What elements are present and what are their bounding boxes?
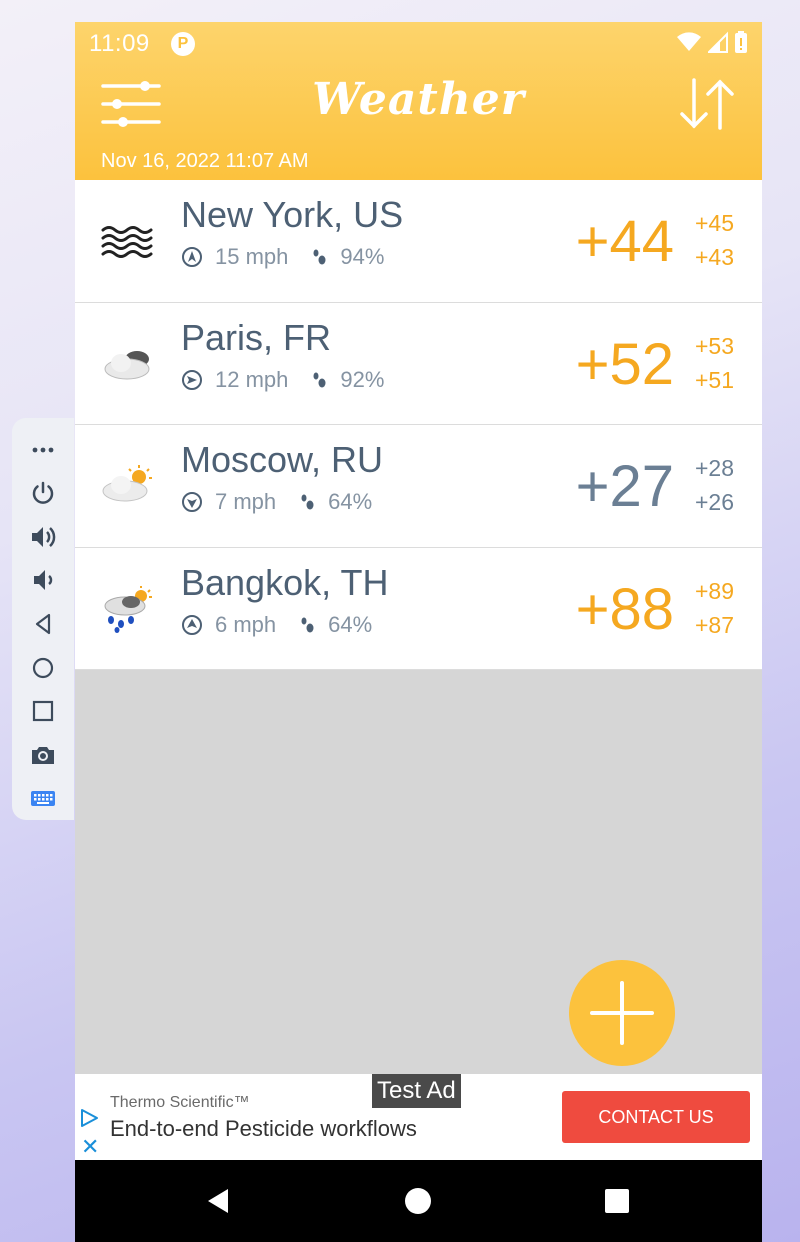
humidity-icon (313, 249, 326, 265)
humidity-icon (301, 494, 314, 510)
add-city-button[interactable] (569, 960, 675, 1066)
more-options-icon[interactable] (23, 428, 63, 472)
city-name: Paris, FR (181, 316, 332, 358)
notification-app-icon: P (171, 32, 195, 56)
high-temp: +89 (694, 577, 734, 604)
back-icon[interactable] (23, 602, 63, 646)
city-row-paris[interactable]: Paris, FR 12 mph 92% +52 +53 +51 (75, 302, 762, 425)
city-row-new-york[interactable]: New York, US 15 mph 94% +44 +45 +43 (75, 180, 762, 303)
city-meta: 15 mph 94% (181, 244, 384, 270)
low-temp: +26 (694, 489, 734, 515)
sort-arrows-icon (680, 78, 734, 130)
wind-direction-icon (182, 614, 202, 635)
last-updated: Nov 16, 2022 11:07 AM (101, 150, 309, 172)
sort-button[interactable] (678, 78, 736, 130)
low-temp: +43 (694, 244, 734, 270)
city-name: New York, US (181, 194, 404, 235)
battery-icon (735, 31, 747, 53)
ad-brand: Thermo Scientific™ (110, 1094, 250, 1111)
current-temp: +44 (575, 209, 674, 274)
low-temp: +87 (694, 611, 734, 638)
humidity-value: 64% (328, 489, 373, 514)
volume-down-icon[interactable] (23, 559, 63, 603)
cloudy-icon (104, 350, 150, 379)
wind-direction-icon (182, 247, 202, 267)
current-temp: +27 (575, 454, 674, 519)
high-temp: +28 (694, 455, 734, 481)
partly-sunny-icon (102, 465, 152, 502)
wind-speed: 12 mph (215, 366, 289, 392)
city-meta: 6 mph 64% (181, 612, 372, 638)
current-temp: +88 (575, 576, 674, 642)
nav-home-icon[interactable] (403, 1186, 433, 1216)
fog-icon (101, 226, 153, 258)
humidity-value: 64% (328, 611, 373, 637)
city-meta: 12 mph 92% (181, 367, 384, 393)
power-icon[interactable] (23, 472, 63, 516)
overview-icon[interactable] (23, 689, 63, 733)
emulator-toolbar (12, 418, 74, 820)
city-name: Bangkok, TH (181, 561, 389, 603)
humidity-value: 92% (340, 366, 385, 392)
wind-direction-icon (182, 369, 202, 390)
city-name: Moscow, RU (181, 439, 384, 480)
wind-direction-icon (182, 492, 202, 512)
rain-sun-icon (104, 585, 152, 633)
keyboard-icon[interactable] (23, 777, 63, 821)
ad-close-icon[interactable]: ✕ (81, 1134, 99, 1160)
wind-speed: 7 mph (215, 489, 277, 514)
wifi-icon (677, 32, 701, 51)
volume-up-icon[interactable] (23, 515, 63, 559)
home-icon[interactable] (23, 646, 63, 690)
ad-label: Test Ad (372, 1074, 461, 1108)
app-title: Weather (312, 74, 525, 125)
status-icons (676, 30, 748, 54)
city-row-moscow[interactable]: Moscow, RU 7 mph 64% +27 +28 +26 (75, 425, 762, 548)
ad-headline[interactable]: End-to-end Pesticide workflows (110, 1116, 417, 1142)
humidity-icon (313, 372, 326, 387)
wind-speed: 6 mph (215, 611, 277, 637)
nav-back-icon[interactable] (203, 1186, 233, 1216)
android-nav-bar (75, 1160, 762, 1242)
plus-icon (590, 981, 654, 1045)
ad-banner[interactable]: Test Ad ✕ Thermo Scientific™ End-to-end … (75, 1074, 762, 1160)
city-row-bangkok[interactable]: Bangkok, TH 6 mph 64% +88 +89 +87 (75, 547, 762, 670)
humidity-value: 94% (340, 244, 385, 269)
high-temp: +45 (694, 210, 734, 236)
camera-icon[interactable] (23, 733, 63, 777)
current-temp: +52 (575, 331, 674, 397)
phone-screen: 11:09 P Weather Nov 16, 2022 11:07 AM Ne… (75, 22, 762, 1242)
signal-icon (708, 31, 728, 53)
low-temp: +51 (694, 366, 734, 393)
status-time: 11:09 (89, 30, 150, 57)
city-list: New York, US 15 mph 94% +44 +45 +43 Pari… (75, 180, 762, 670)
wind-speed: 15 mph (215, 244, 289, 269)
app-header: 11:09 P Weather Nov 16, 2022 11:07 AM (75, 22, 762, 180)
adchoices-icon[interactable] (79, 1108, 99, 1128)
ad-contact-button[interactable]: CONTACT US (562, 1091, 750, 1143)
nav-recents-icon[interactable] (602, 1186, 632, 1216)
humidity-icon (301, 617, 314, 632)
high-temp: +53 (694, 332, 734, 359)
city-meta: 7 mph 64% (181, 489, 372, 515)
